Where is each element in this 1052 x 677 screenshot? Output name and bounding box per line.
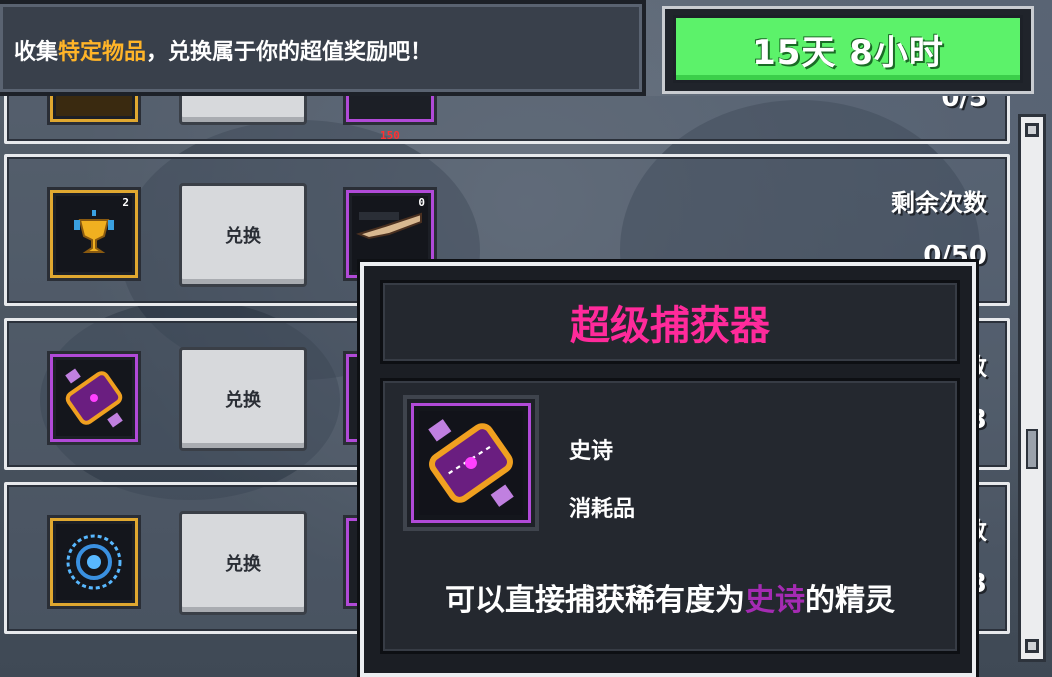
blue-snowflake-emblem-icon: [56, 524, 132, 600]
scroll-down-cap[interactable]: [1025, 639, 1039, 653]
countdown-timer: 15天 8小时: [662, 6, 1034, 94]
exchange-button[interactable]: 兑换: [179, 347, 307, 451]
event-header: 收集特定物品，兑换属于你的超值奖励吧！: [0, 0, 646, 96]
item-type: 消耗品: [569, 497, 636, 522]
timer-label: 15天 8小时: [673, 15, 1023, 83]
golden-trophy-icon: [56, 196, 132, 272]
exchange-row: 150 0/5: [4, 96, 1010, 144]
exchange-button[interactable]: 兑换: [179, 511, 307, 615]
scroll-up-cap[interactable]: [1025, 123, 1039, 137]
cost-item-slot[interactable]: [47, 96, 141, 125]
cost-item-slot[interactable]: [47, 351, 141, 445]
tooltip-body: 史诗 消耗品 可以直接捕获稀有度为史诗的精灵: [380, 378, 960, 654]
remaining-count: 0/5: [941, 96, 987, 113]
price-number: 150: [380, 129, 400, 142]
super-capture-device-icon: [419, 411, 523, 515]
exchange-button[interactable]: [179, 96, 307, 125]
item-count: 0: [418, 196, 425, 209]
weapon-icon: [352, 196, 428, 272]
scrollbar[interactable]: [1018, 114, 1046, 662]
highlight-text: 特定物品: [58, 40, 147, 65]
super-capture-device-icon: [56, 360, 132, 436]
item-tooltip: 超级捕获器 史诗 消耗品 可以直接捕获稀有度为史诗的精灵: [360, 262, 976, 677]
rarity-highlight: 史诗: [745, 583, 805, 618]
cost-item-slot[interactable]: 2: [47, 187, 141, 281]
item-count: 2: [122, 196, 129, 209]
reward-item-slot[interactable]: [343, 96, 437, 125]
item-rarity: 史诗: [569, 439, 614, 464]
tooltip-item-frame: [403, 395, 539, 531]
item-description: 可以直接捕获稀有度为史诗的精灵: [445, 583, 895, 618]
remaining-label: 剩余次数: [891, 189, 987, 217]
exchange-button[interactable]: 兑换: [179, 183, 307, 287]
tooltip-title: 超级捕获器: [570, 303, 770, 349]
cost-item-slot[interactable]: [47, 515, 141, 609]
tooltip-title-box: 超级捕获器: [380, 280, 960, 364]
scroll-thumb[interactable]: [1026, 429, 1038, 469]
event-description: 收集特定物品，兑换属于你的超值奖励吧！: [14, 40, 433, 65]
